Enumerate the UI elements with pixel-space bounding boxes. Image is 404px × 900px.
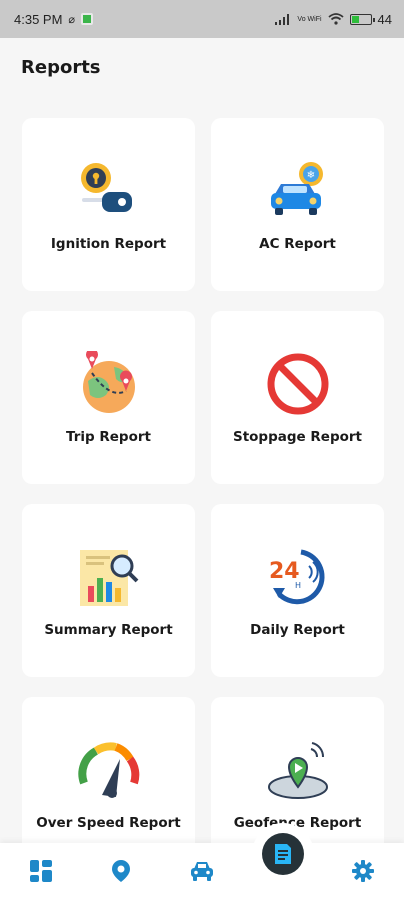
- page-title: Reports: [21, 57, 101, 78]
- ac-report-card[interactable]: ❄ AC Report: [211, 118, 384, 291]
- globe-route-icon: [74, 349, 144, 419]
- settings-icon: [352, 860, 374, 882]
- status-time: 4:35 PM: [14, 11, 63, 27]
- status-bar: 4:35 PM ⌀ Vo WiFi 44: [0, 0, 404, 38]
- reports-grid: Ignition Report ❄ AC Report Trip Report …: [22, 118, 384, 870]
- nav-vehicles[interactable]: [187, 856, 217, 886]
- status-right: Vo WiFi 44: [275, 12, 392, 27]
- dashboard-icon: [30, 860, 52, 882]
- bottom-nav: [0, 823, 404, 900]
- reports-icon: [275, 844, 291, 864]
- nav-dashboard[interactable]: [26, 856, 56, 886]
- wifi-icon: [327, 13, 344, 25]
- battery-icon: [349, 13, 375, 25]
- card-label: AC Report: [259, 236, 336, 252]
- battery-percent: 44: [377, 11, 392, 27]
- mute-icon: ⌀: [68, 13, 76, 26]
- vowifi-label: Vo WiFi: [297, 15, 322, 23]
- ignition-key-icon: [74, 156, 144, 226]
- car-icon: [191, 862, 213, 881]
- ignition-report-card[interactable]: Ignition Report: [22, 118, 195, 291]
- battery-fill: [351, 15, 360, 23]
- summary-chart-icon: [74, 542, 144, 612]
- no-stop-icon: [263, 349, 333, 419]
- stoppage-report-card[interactable]: Stoppage Report: [211, 311, 384, 484]
- nav-reports[interactable]: [262, 833, 304, 875]
- 24-hours-icon: 24 H: [263, 542, 333, 612]
- card-label: Ignition Report: [50, 236, 167, 252]
- daily-report-card[interactable]: 24 H Daily Report: [211, 504, 384, 677]
- card-label: Stoppage Report: [232, 429, 362, 445]
- card-label: Daily Report: [250, 622, 345, 638]
- status-left: 4:35 PM ⌀: [14, 11, 94, 27]
- app-notification-icon: [81, 13, 94, 25]
- geofence-icon: [263, 735, 333, 805]
- card-label: Over Speed Report: [36, 815, 181, 831]
- car-ac-icon: ❄: [263, 156, 333, 226]
- signal-icon: [275, 13, 290, 25]
- location-pin-icon: [112, 860, 130, 882]
- svg-text:H: H: [295, 581, 301, 590]
- nav-location[interactable]: [106, 856, 136, 886]
- nav-settings[interactable]: [348, 856, 378, 886]
- summary-report-card[interactable]: Summary Report: [22, 504, 195, 677]
- speedometer-icon: [74, 735, 144, 805]
- card-label: Trip Report: [66, 429, 151, 445]
- card-label: Summary Report: [44, 622, 173, 638]
- svg-text:❄: ❄: [306, 170, 314, 181]
- trip-report-card[interactable]: Trip Report: [22, 311, 195, 484]
